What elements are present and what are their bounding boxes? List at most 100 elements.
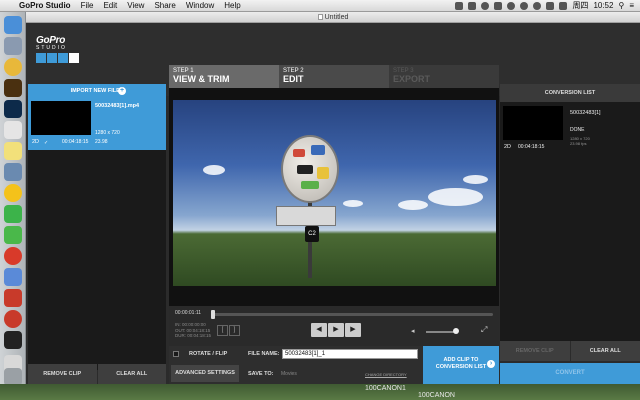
- conversion-thumbnail: [503, 106, 563, 140]
- mark-out-icon[interactable]: ]: [229, 325, 240, 336]
- cloud: [203, 165, 225, 175]
- mark-in-icon[interactable]: [: [217, 325, 228, 336]
- sign-plaque: [276, 206, 336, 226]
- app-dock-icon[interactable]: [4, 37, 22, 55]
- menu-share[interactable]: Share: [149, 1, 180, 10]
- dur-label: DUR:: [175, 333, 186, 338]
- menu-window[interactable]: Window: [181, 1, 219, 10]
- status-app-icon-4[interactable]: [494, 1, 503, 10]
- illustrator-dock-icon[interactable]: [4, 79, 22, 97]
- fullscreen-icon[interactable]: ⤢: [481, 325, 487, 335]
- music-dock-icon[interactable]: [4, 247, 22, 265]
- out-time: 00:04:18:15: [186, 327, 211, 333]
- import-new-files-button[interactable]: IMPORT NEW FILES +: [28, 84, 166, 98]
- file-resolution: 1280 x 720: [95, 130, 120, 136]
- notes-dock-icon[interactable]: [4, 142, 22, 160]
- timeline-scrubber[interactable]: [213, 313, 493, 316]
- chrome-dock-icon[interactable]: [4, 58, 22, 76]
- menu-bar: GoPro Studio File Edit View Share Window…: [0, 0, 640, 12]
- app-dock-icon-red[interactable]: [4, 310, 22, 328]
- change-directory-link[interactable]: CHANGE DIRECTORY: [365, 372, 407, 377]
- conversion-list-buttons: REMOVE CLIP CLEAR ALL: [500, 341, 640, 361]
- messages-dock-icon[interactable]: [4, 226, 22, 244]
- document-icon: [317, 14, 323, 21]
- menubar-day[interactable]: 周四: [572, 0, 588, 11]
- desktop-background: [0, 384, 640, 400]
- cloud: [398, 200, 428, 210]
- conversion-list-panel: CONVERSION LIST 50032483[1] DONE 1280 x …: [500, 84, 640, 341]
- playback-controls: 00:00:01:11 IN: 00:00:00:00 OUT: 00:04:1…: [169, 306, 499, 346]
- time-machine-icon[interactable]: [520, 1, 529, 10]
- menubar-clock[interactable]: 10:52: [593, 1, 613, 10]
- checkmark-icon: ✓: [44, 140, 49, 146]
- sign-label: C2: [305, 226, 319, 242]
- conversion-list-item[interactable]: 50032483[1] DONE 1280 x 720 23.98 fps 2D…: [500, 102, 640, 154]
- filezilla-dock-icon[interactable]: [4, 289, 22, 307]
- advanced-settings-button[interactable]: ADVANCED SETTINGS: [171, 365, 239, 382]
- playhead-handle[interactable]: [211, 310, 215, 319]
- window-title: Untitled: [324, 14, 349, 21]
- bluetooth-icon[interactable]: [507, 1, 516, 10]
- out-label: OUT:: [175, 327, 186, 333]
- gopro-dock-icon[interactable]: [4, 331, 22, 349]
- notification-center-icon[interactable]: ≡: [629, 1, 634, 10]
- import-label: IMPORT NEW FILES: [70, 88, 124, 94]
- menu-view[interactable]: View: [122, 1, 149, 10]
- menu-file[interactable]: File: [76, 1, 99, 10]
- logo-sub: STUDIO: [36, 45, 67, 51]
- volume-icon[interactable]: [546, 1, 555, 10]
- plus-icon: +: [118, 87, 126, 95]
- conversion-duration: 00:04:18:15: [518, 144, 545, 150]
- dock: [0, 12, 26, 386]
- menu-edit[interactable]: Edit: [98, 1, 122, 10]
- photoshop-dock-icon[interactable]: [4, 100, 22, 118]
- rotate-flip-label[interactable]: ROTATE / FLIP: [189, 351, 227, 357]
- step-forward-icon[interactable]: ▶: [345, 323, 361, 337]
- rotate-flip-checkbox[interactable]: [173, 351, 179, 357]
- file-list-item[interactable]: 50032483[1].mp4 1280 x 720 23.98 2D ✓ 00…: [28, 98, 166, 150]
- logo-squares-icon: [36, 53, 79, 63]
- menu-app-name[interactable]: GoPro Studio: [14, 1, 76, 10]
- save-to-label: SAVE TO:: [248, 371, 274, 377]
- preview-dock-icon[interactable]: [4, 163, 22, 181]
- battery-icon[interactable]: [559, 1, 568, 10]
- conversion-item-name: 50032483[1]: [570, 110, 601, 116]
- conversion-fps: 23.98 fps: [570, 141, 587, 146]
- finder-dock-icon[interactable]: [4, 16, 22, 34]
- desktop-item-label-2[interactable]: 100CANON: [418, 392, 455, 399]
- arrow-right-icon: ›: [487, 360, 495, 368]
- step-back-icon[interactable]: ◀: [311, 323, 327, 337]
- status-app-icon-3[interactable]: [481, 1, 490, 10]
- status-app-icon[interactable]: [455, 1, 464, 10]
- menu-help[interactable]: Help: [219, 1, 245, 10]
- qq-dock-icon[interactable]: [4, 184, 22, 202]
- status-app-icon-2[interactable]: [468, 1, 477, 10]
- clear-all-button-right[interactable]: CLEAR ALL: [570, 341, 640, 361]
- window-titlebar[interactable]: Untitled: [26, 12, 640, 23]
- file-duration: 00:04:18:15: [62, 139, 89, 145]
- desktop-item-label[interactable]: 100CANON1: [365, 385, 406, 392]
- step-name: VIEW & TRIM: [173, 74, 230, 84]
- current-timecode: 00:00:01:11: [175, 310, 202, 316]
- wifi-icon[interactable]: [533, 1, 542, 10]
- play-icon[interactable]: ▶: [328, 323, 344, 337]
- add-clip-to-conversion-list-button[interactable]: ADD CLIP TO CONVERSION LIST ›: [423, 346, 499, 384]
- app-store-dock-icon[interactable]: [4, 268, 22, 286]
- cloud: [463, 175, 488, 184]
- speaker-icon: ◂: [411, 328, 415, 335]
- conversion-meta: 1280 x 720 23.98 fps: [570, 136, 590, 146]
- convert-button[interactable]: CONVERT: [500, 363, 640, 384]
- remove-clip-button-right[interactable]: REMOVE CLIP: [500, 341, 570, 361]
- video-frame[interactable]: C2: [173, 100, 496, 286]
- clear-all-button[interactable]: CLEAR ALL: [97, 364, 166, 384]
- import-panel-buttons: REMOVE CLIP CLEAR ALL: [28, 364, 166, 384]
- remove-clip-button[interactable]: REMOVE CLIP: [28, 364, 97, 384]
- calendar-dock-icon[interactable]: [4, 121, 22, 139]
- file-name-input[interactable]: 50032483[1]_1: [282, 349, 418, 359]
- clip-settings: ROTATE / FLIP ADVANCED SETTINGS FILE NAM…: [169, 346, 423, 384]
- volume-knob[interactable]: [453, 328, 459, 334]
- wechat-dock-icon[interactable]: [4, 205, 22, 223]
- in-label: IN:: [175, 322, 181, 327]
- file-name-label: FILE NAME:: [248, 351, 280, 357]
- spotlight-icon[interactable]: ⚲: [618, 1, 624, 10]
